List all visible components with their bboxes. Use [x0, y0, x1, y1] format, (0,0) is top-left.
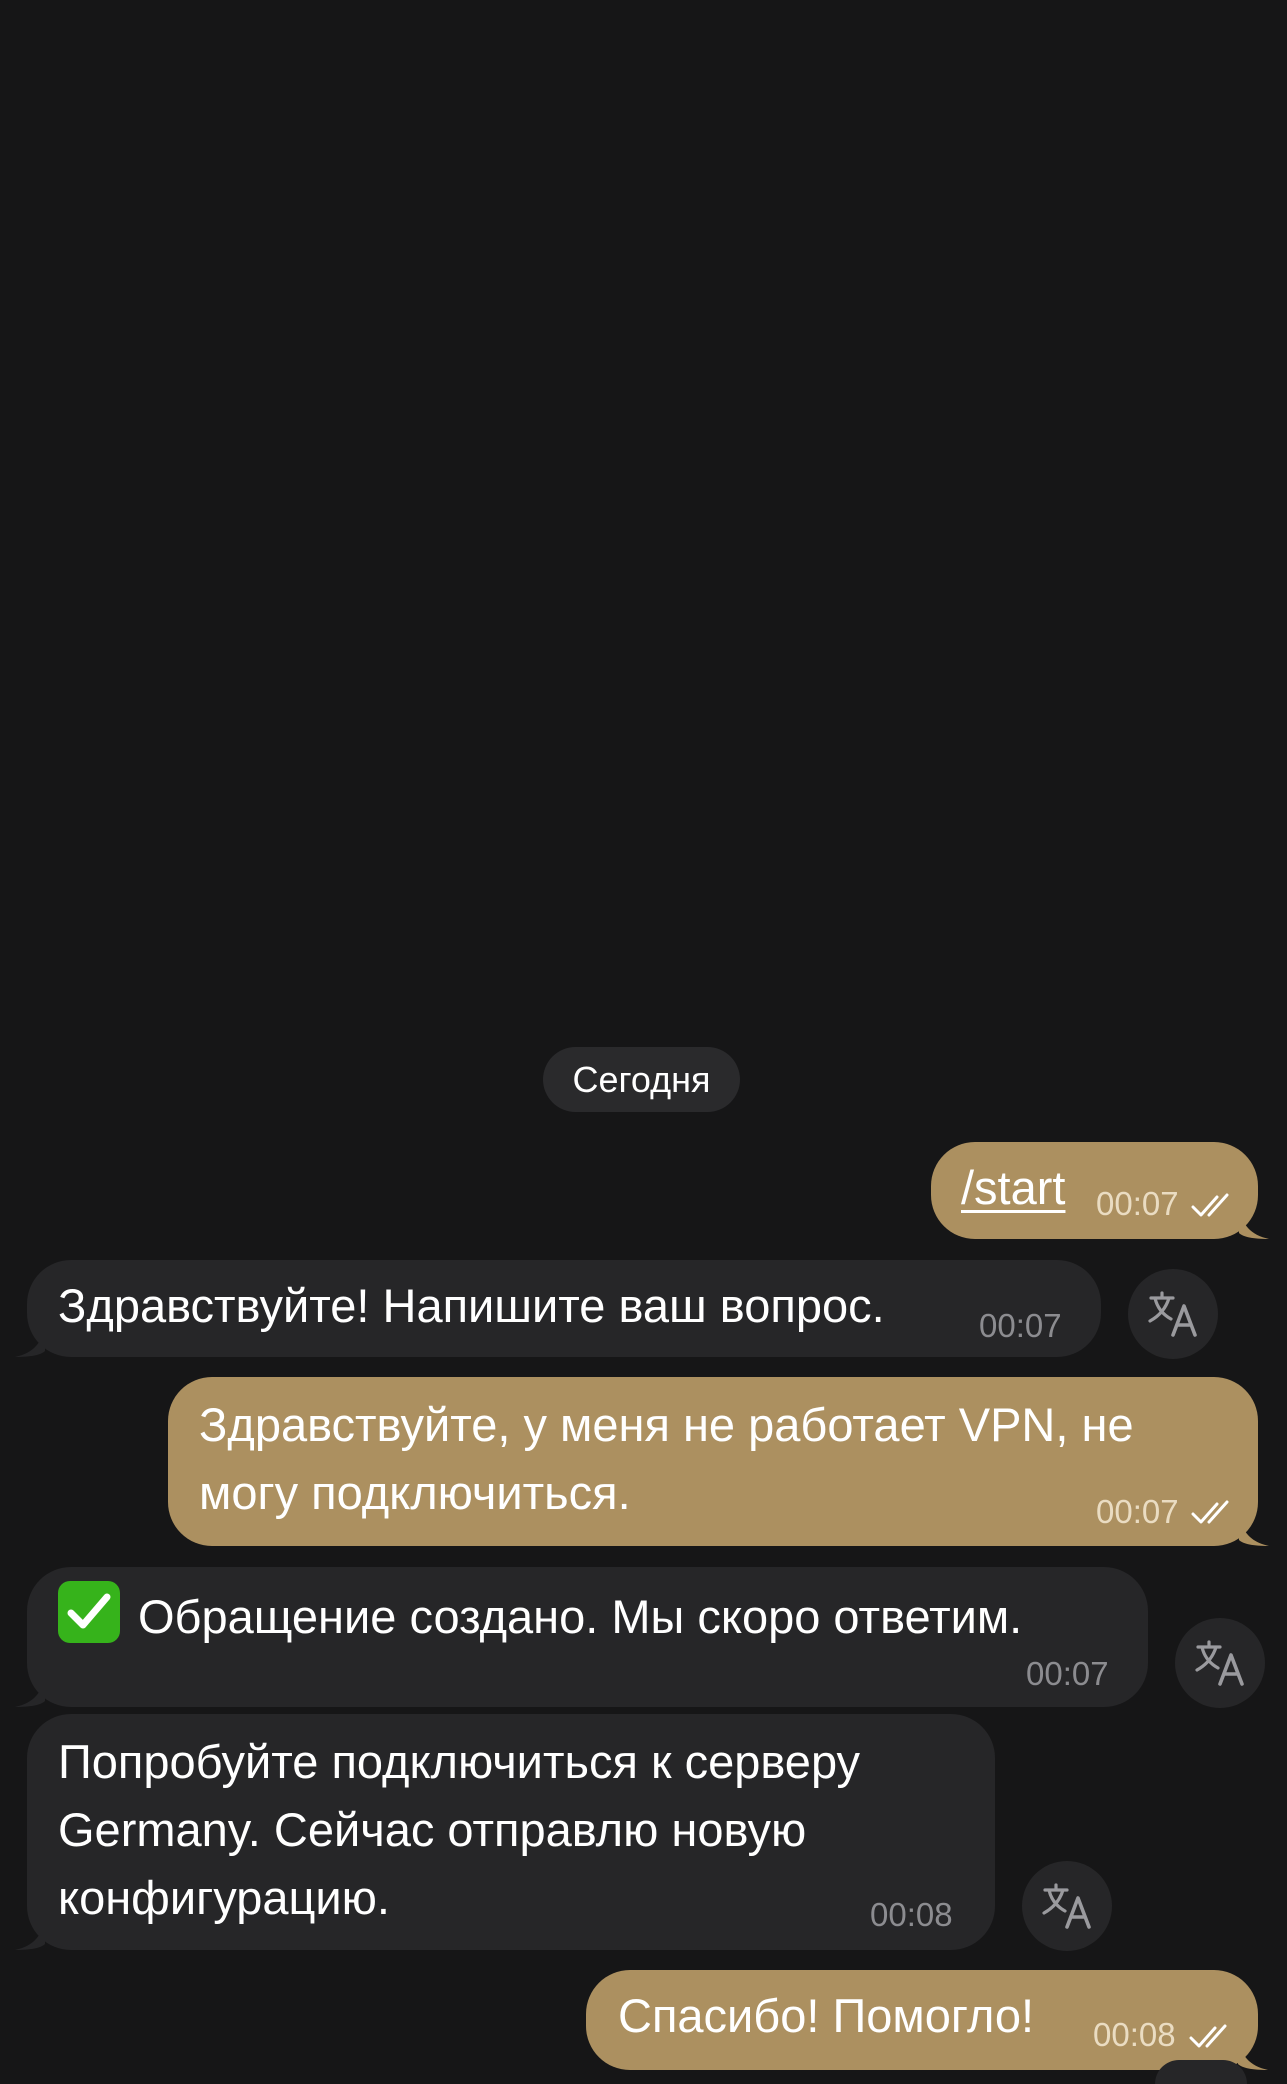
translate-button[interactable] — [1175, 1618, 1265, 1708]
double-check-icon — [1189, 2024, 1227, 2048]
outgoing-message-bubble[interactable]: Здравствуйте, у меня не работает VPN, не… — [168, 1377, 1269, 1546]
message-text: Спасибо! Помогло! — [618, 1989, 1035, 2042]
scroll-to-bottom-button-edge[interactable] — [1155, 2060, 1247, 2084]
incoming-message-bubble[interactable]: Попробуйте подключиться к серверу German… — [15, 1714, 995, 1950]
outgoing-message-bubble[interactable]: /start 00:07 — [931, 1142, 1269, 1239]
message-text: Здравствуйте! Напишите ваш вопрос. — [58, 1279, 885, 1332]
message-time: 00:07 — [1096, 1185, 1179, 1222]
message-text: Обращение создано. Мы скоро ответим. — [138, 1590, 1023, 1643]
date-separator-label: Сегодня — [572, 1058, 711, 1100]
message-time: 00:07 — [1026, 1655, 1109, 1692]
translate-button[interactable] — [1022, 1861, 1112, 1951]
message-time: 00:08 — [1093, 2016, 1176, 2053]
check-mark-button-emoji — [58, 1581, 120, 1643]
message-text-container: Обращение создано. Мы скоро ответим. — [58, 1581, 1022, 1651]
bubble-tail — [15, 1323, 45, 1357]
bubble-tail — [1239, 1205, 1269, 1239]
bubble-tail — [15, 1673, 45, 1707]
bubble-tail — [1239, 1512, 1269, 1546]
bubble-tail — [15, 1916, 45, 1950]
double-check-icon — [1191, 1193, 1229, 1217]
message-time: 00:08 — [870, 1896, 953, 1933]
message-time: 00:07 — [1096, 1493, 1179, 1530]
message-text: Попробуйте подключиться к серверу German… — [58, 1735, 861, 1924]
message-time: 00:07 — [979, 1307, 1062, 1344]
translate-button[interactable] — [1128, 1269, 1218, 1359]
chat-history[interactable]: Сегодня /start 00:07 Здравствуйте! Напиш… — [0, 0, 1287, 2084]
double-check-icon — [1191, 1500, 1229, 1524]
bot-command-link[interactable]: /start — [961, 1154, 1065, 1222]
outgoing-message-bubble[interactable]: Спасибо! Помогло! 00:08 — [586, 1970, 1268, 2070]
translate-icon — [1042, 1883, 1091, 1929]
incoming-message-bubble[interactable]: Здравствуйте! Напишите ваш вопрос. 00:07 — [15, 1260, 1101, 1357]
incoming-message-bubble[interactable]: Обращение создано. Мы скоро ответим. 00:… — [15, 1567, 1148, 1707]
message-text: Здравствуйте, у меня не работает VPN, не… — [199, 1398, 1134, 1519]
translate-icon — [1148, 1291, 1197, 1337]
translate-icon — [1195, 1640, 1244, 1686]
bubble-tail — [1238, 2036, 1268, 2070]
date-separator: Сегодня — [543, 1047, 740, 1112]
